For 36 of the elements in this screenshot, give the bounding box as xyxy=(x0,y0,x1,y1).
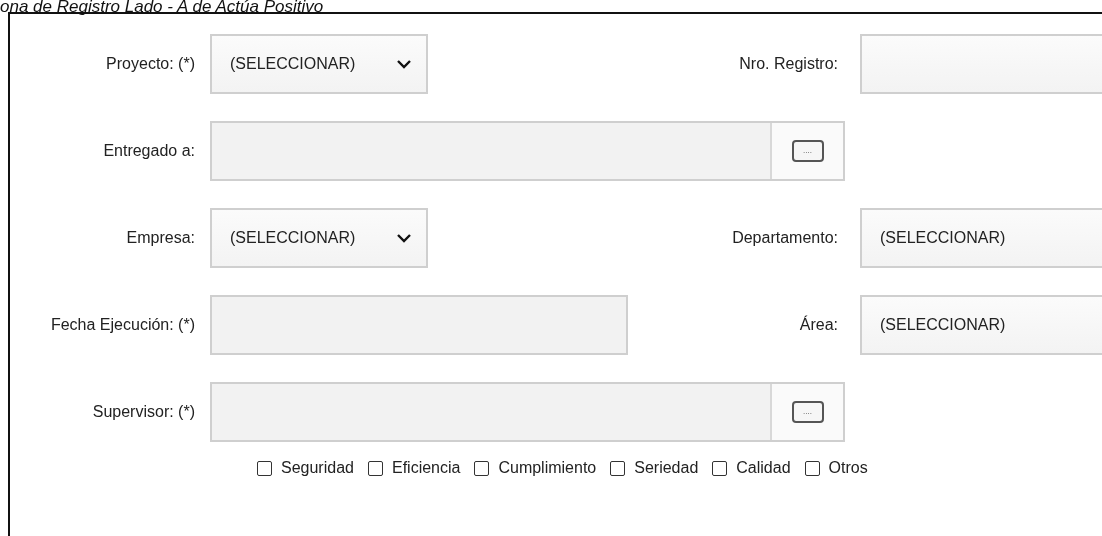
field-label: Proyecto: (*) xyxy=(105,55,195,73)
checkbox[interactable] xyxy=(712,460,728,476)
select-field[interactable]: (SELECCIONAR) xyxy=(210,34,428,94)
field-label: Nro. Registro: xyxy=(738,55,838,73)
field-label: Entregado a: xyxy=(102,142,195,160)
select-field[interactable]: (SELECCIONAR) xyxy=(860,295,1102,355)
field-label: Departamento: xyxy=(731,229,838,247)
select-value: (SELECCIONAR) xyxy=(880,316,1006,334)
input-field[interactable] xyxy=(212,123,772,179)
select-value: (SELECCIONAR) xyxy=(230,229,356,247)
checkbox[interactable] xyxy=(367,460,383,476)
input-field[interactable] xyxy=(210,295,628,355)
field-label: Fecha Ejecución: (*) xyxy=(49,316,195,334)
input-field[interactable] xyxy=(212,384,772,440)
select-field[interactable]: (SELECCIONAR) xyxy=(860,208,1102,268)
checkbox[interactable] xyxy=(257,460,272,476)
checkbox-label: Seguridad xyxy=(281,459,354,477)
chevron-down-icon xyxy=(396,59,412,69)
checkbox[interactable] xyxy=(804,460,820,476)
checkbox[interactable] xyxy=(474,460,490,476)
input-field[interactable] xyxy=(860,34,1102,94)
select-value: (SELECCIONAR) xyxy=(880,229,1006,247)
checkbox-label: Otros xyxy=(828,459,868,477)
browse-button[interactable]: .... xyxy=(791,140,824,162)
checkbox-label: Calidad xyxy=(736,459,791,477)
checkbox-label: Seriedad xyxy=(634,459,699,477)
select-value: (SELECCIONAR) xyxy=(230,55,356,73)
select-field[interactable]: (SELECCIONAR) xyxy=(210,208,428,268)
browse-button[interactable]: .... xyxy=(791,401,824,423)
checkbox[interactable] xyxy=(610,460,626,476)
field-label: Área: xyxy=(798,316,838,334)
chevron-down-icon xyxy=(396,233,412,243)
field-label: Supervisor: (*) xyxy=(91,403,195,421)
checkbox-label: Eficiencia xyxy=(391,459,461,477)
checkbox-label: Cumplimiento xyxy=(498,459,597,477)
field-label: Empresa: xyxy=(125,229,195,247)
